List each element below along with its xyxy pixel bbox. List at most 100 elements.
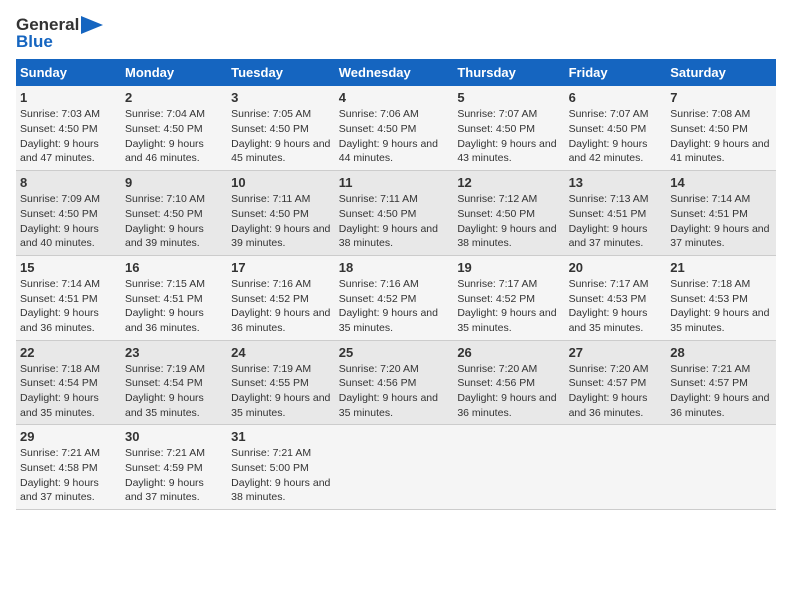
day-number: 19 bbox=[457, 260, 560, 275]
calendar-week-4: 22 Sunrise: 7:18 AM Sunset: 4:54 PM Dayl… bbox=[16, 340, 776, 425]
day-info: Sunrise: 7:08 AM Sunset: 4:50 PM Dayligh… bbox=[670, 107, 772, 166]
day-number: 29 bbox=[20, 429, 117, 444]
calendar-cell: 6 Sunrise: 7:07 AM Sunset: 4:50 PM Dayli… bbox=[565, 86, 667, 170]
calendar-week-2: 8 Sunrise: 7:09 AM Sunset: 4:50 PM Dayli… bbox=[16, 171, 776, 256]
day-info: Sunrise: 7:10 AM Sunset: 4:50 PM Dayligh… bbox=[125, 192, 223, 251]
day-info: Sunrise: 7:20 AM Sunset: 4:56 PM Dayligh… bbox=[457, 362, 560, 421]
calendar-week-5: 29 Sunrise: 7:21 AM Sunset: 4:58 PM Dayl… bbox=[16, 425, 776, 510]
day-info: Sunrise: 7:05 AM Sunset: 4:50 PM Dayligh… bbox=[231, 107, 331, 166]
day-info: Sunrise: 7:17 AM Sunset: 4:53 PM Dayligh… bbox=[569, 277, 663, 336]
header-saturday: Saturday bbox=[666, 59, 776, 86]
day-number: 27 bbox=[569, 345, 663, 360]
day-info: Sunrise: 7:21 AM Sunset: 4:57 PM Dayligh… bbox=[670, 362, 772, 421]
calendar-cell: 27 Sunrise: 7:20 AM Sunset: 4:57 PM Dayl… bbox=[565, 340, 667, 425]
calendar-cell: 25 Sunrise: 7:20 AM Sunset: 4:56 PM Dayl… bbox=[335, 340, 454, 425]
day-number: 22 bbox=[20, 345, 117, 360]
day-info: Sunrise: 7:21 AM Sunset: 4:58 PM Dayligh… bbox=[20, 446, 117, 505]
day-info: Sunrise: 7:19 AM Sunset: 4:54 PM Dayligh… bbox=[125, 362, 223, 421]
header-tuesday: Tuesday bbox=[227, 59, 335, 86]
day-info: Sunrise: 7:11 AM Sunset: 4:50 PM Dayligh… bbox=[231, 192, 331, 251]
day-info: Sunrise: 7:20 AM Sunset: 4:57 PM Dayligh… bbox=[569, 362, 663, 421]
calendar-cell bbox=[453, 425, 564, 510]
day-number: 30 bbox=[125, 429, 223, 444]
day-number: 4 bbox=[339, 90, 450, 105]
calendar-cell: 29 Sunrise: 7:21 AM Sunset: 4:58 PM Dayl… bbox=[16, 425, 121, 510]
calendar-cell: 26 Sunrise: 7:20 AM Sunset: 4:56 PM Dayl… bbox=[453, 340, 564, 425]
logo-text: General Blue bbox=[16, 16, 103, 51]
day-number: 24 bbox=[231, 345, 331, 360]
day-number: 11 bbox=[339, 175, 450, 190]
calendar-cell: 21 Sunrise: 7:18 AM Sunset: 4:53 PM Dayl… bbox=[666, 255, 776, 340]
day-info: Sunrise: 7:16 AM Sunset: 4:52 PM Dayligh… bbox=[339, 277, 450, 336]
calendar-cell: 16 Sunrise: 7:15 AM Sunset: 4:51 PM Dayl… bbox=[121, 255, 227, 340]
calendar-cell: 4 Sunrise: 7:06 AM Sunset: 4:50 PM Dayli… bbox=[335, 86, 454, 170]
calendar-cell: 3 Sunrise: 7:05 AM Sunset: 4:50 PM Dayli… bbox=[227, 86, 335, 170]
day-number: 12 bbox=[457, 175, 560, 190]
calendar-cell: 14 Sunrise: 7:14 AM Sunset: 4:51 PM Dayl… bbox=[666, 171, 776, 256]
header-wednesday: Wednesday bbox=[335, 59, 454, 86]
calendar-cell: 15 Sunrise: 7:14 AM Sunset: 4:51 PM Dayl… bbox=[16, 255, 121, 340]
day-info: Sunrise: 7:16 AM Sunset: 4:52 PM Dayligh… bbox=[231, 277, 331, 336]
calendar-cell: 12 Sunrise: 7:12 AM Sunset: 4:50 PM Dayl… bbox=[453, 171, 564, 256]
day-number: 7 bbox=[670, 90, 772, 105]
day-info: Sunrise: 7:15 AM Sunset: 4:51 PM Dayligh… bbox=[125, 277, 223, 336]
header-sunday: Sunday bbox=[16, 59, 121, 86]
calendar-cell: 13 Sunrise: 7:13 AM Sunset: 4:51 PM Dayl… bbox=[565, 171, 667, 256]
logo: General Blue bbox=[16, 16, 103, 51]
day-number: 1 bbox=[20, 90, 117, 105]
day-info: Sunrise: 7:12 AM Sunset: 4:50 PM Dayligh… bbox=[457, 192, 560, 251]
day-info: Sunrise: 7:21 AM Sunset: 4:59 PM Dayligh… bbox=[125, 446, 223, 505]
calendar-cell: 9 Sunrise: 7:10 AM Sunset: 4:50 PM Dayli… bbox=[121, 171, 227, 256]
logo-line2: Blue bbox=[16, 33, 103, 52]
calendar-cell: 23 Sunrise: 7:19 AM Sunset: 4:54 PM Dayl… bbox=[121, 340, 227, 425]
day-info: Sunrise: 7:19 AM Sunset: 4:55 PM Dayligh… bbox=[231, 362, 331, 421]
day-number: 14 bbox=[670, 175, 772, 190]
day-number: 5 bbox=[457, 90, 560, 105]
day-number: 9 bbox=[125, 175, 223, 190]
day-info: Sunrise: 7:07 AM Sunset: 4:50 PM Dayligh… bbox=[457, 107, 560, 166]
day-info: Sunrise: 7:18 AM Sunset: 4:53 PM Dayligh… bbox=[670, 277, 772, 336]
calendar-cell bbox=[565, 425, 667, 510]
calendar-cell: 31 Sunrise: 7:21 AM Sunset: 5:00 PM Dayl… bbox=[227, 425, 335, 510]
header-thursday: Thursday bbox=[453, 59, 564, 86]
calendar-cell: 28 Sunrise: 7:21 AM Sunset: 4:57 PM Dayl… bbox=[666, 340, 776, 425]
calendar-cell bbox=[666, 425, 776, 510]
calendar-cell: 7 Sunrise: 7:08 AM Sunset: 4:50 PM Dayli… bbox=[666, 86, 776, 170]
calendar-cell: 11 Sunrise: 7:11 AM Sunset: 4:50 PM Dayl… bbox=[335, 171, 454, 256]
logo-arrow-icon bbox=[81, 16, 103, 34]
day-number: 21 bbox=[670, 260, 772, 275]
header-friday: Friday bbox=[565, 59, 667, 86]
day-info: Sunrise: 7:03 AM Sunset: 4:50 PM Dayligh… bbox=[20, 107, 117, 166]
day-number: 16 bbox=[125, 260, 223, 275]
day-number: 25 bbox=[339, 345, 450, 360]
header: General Blue bbox=[16, 16, 776, 51]
day-info: Sunrise: 7:13 AM Sunset: 4:51 PM Dayligh… bbox=[569, 192, 663, 251]
calendar-cell: 2 Sunrise: 7:04 AM Sunset: 4:50 PM Dayli… bbox=[121, 86, 227, 170]
day-info: Sunrise: 7:17 AM Sunset: 4:52 PM Dayligh… bbox=[457, 277, 560, 336]
calendar-cell: 30 Sunrise: 7:21 AM Sunset: 4:59 PM Dayl… bbox=[121, 425, 227, 510]
day-number: 10 bbox=[231, 175, 331, 190]
calendar-cell: 17 Sunrise: 7:16 AM Sunset: 4:52 PM Dayl… bbox=[227, 255, 335, 340]
day-info: Sunrise: 7:14 AM Sunset: 4:51 PM Dayligh… bbox=[20, 277, 117, 336]
calendar-cell: 24 Sunrise: 7:19 AM Sunset: 4:55 PM Dayl… bbox=[227, 340, 335, 425]
calendar-cell: 8 Sunrise: 7:09 AM Sunset: 4:50 PM Dayli… bbox=[16, 171, 121, 256]
day-info: Sunrise: 7:20 AM Sunset: 4:56 PM Dayligh… bbox=[339, 362, 450, 421]
header-row: SundayMondayTuesdayWednesdayThursdayFrid… bbox=[16, 59, 776, 86]
day-info: Sunrise: 7:09 AM Sunset: 4:50 PM Dayligh… bbox=[20, 192, 117, 251]
calendar-cell: 5 Sunrise: 7:07 AM Sunset: 4:50 PM Dayli… bbox=[453, 86, 564, 170]
day-number: 17 bbox=[231, 260, 331, 275]
calendar-week-1: 1 Sunrise: 7:03 AM Sunset: 4:50 PM Dayli… bbox=[16, 86, 776, 170]
day-info: Sunrise: 7:14 AM Sunset: 4:51 PM Dayligh… bbox=[670, 192, 772, 251]
day-number: 20 bbox=[569, 260, 663, 275]
calendar-cell: 22 Sunrise: 7:18 AM Sunset: 4:54 PM Dayl… bbox=[16, 340, 121, 425]
day-info: Sunrise: 7:04 AM Sunset: 4:50 PM Dayligh… bbox=[125, 107, 223, 166]
day-number: 2 bbox=[125, 90, 223, 105]
day-info: Sunrise: 7:07 AM Sunset: 4:50 PM Dayligh… bbox=[569, 107, 663, 166]
calendar-table: SundayMondayTuesdayWednesdayThursdayFrid… bbox=[16, 59, 776, 510]
day-number: 15 bbox=[20, 260, 117, 275]
header-monday: Monday bbox=[121, 59, 227, 86]
calendar-cell: 19 Sunrise: 7:17 AM Sunset: 4:52 PM Dayl… bbox=[453, 255, 564, 340]
calendar-cell: 18 Sunrise: 7:16 AM Sunset: 4:52 PM Dayl… bbox=[335, 255, 454, 340]
day-number: 26 bbox=[457, 345, 560, 360]
calendar-cell bbox=[335, 425, 454, 510]
